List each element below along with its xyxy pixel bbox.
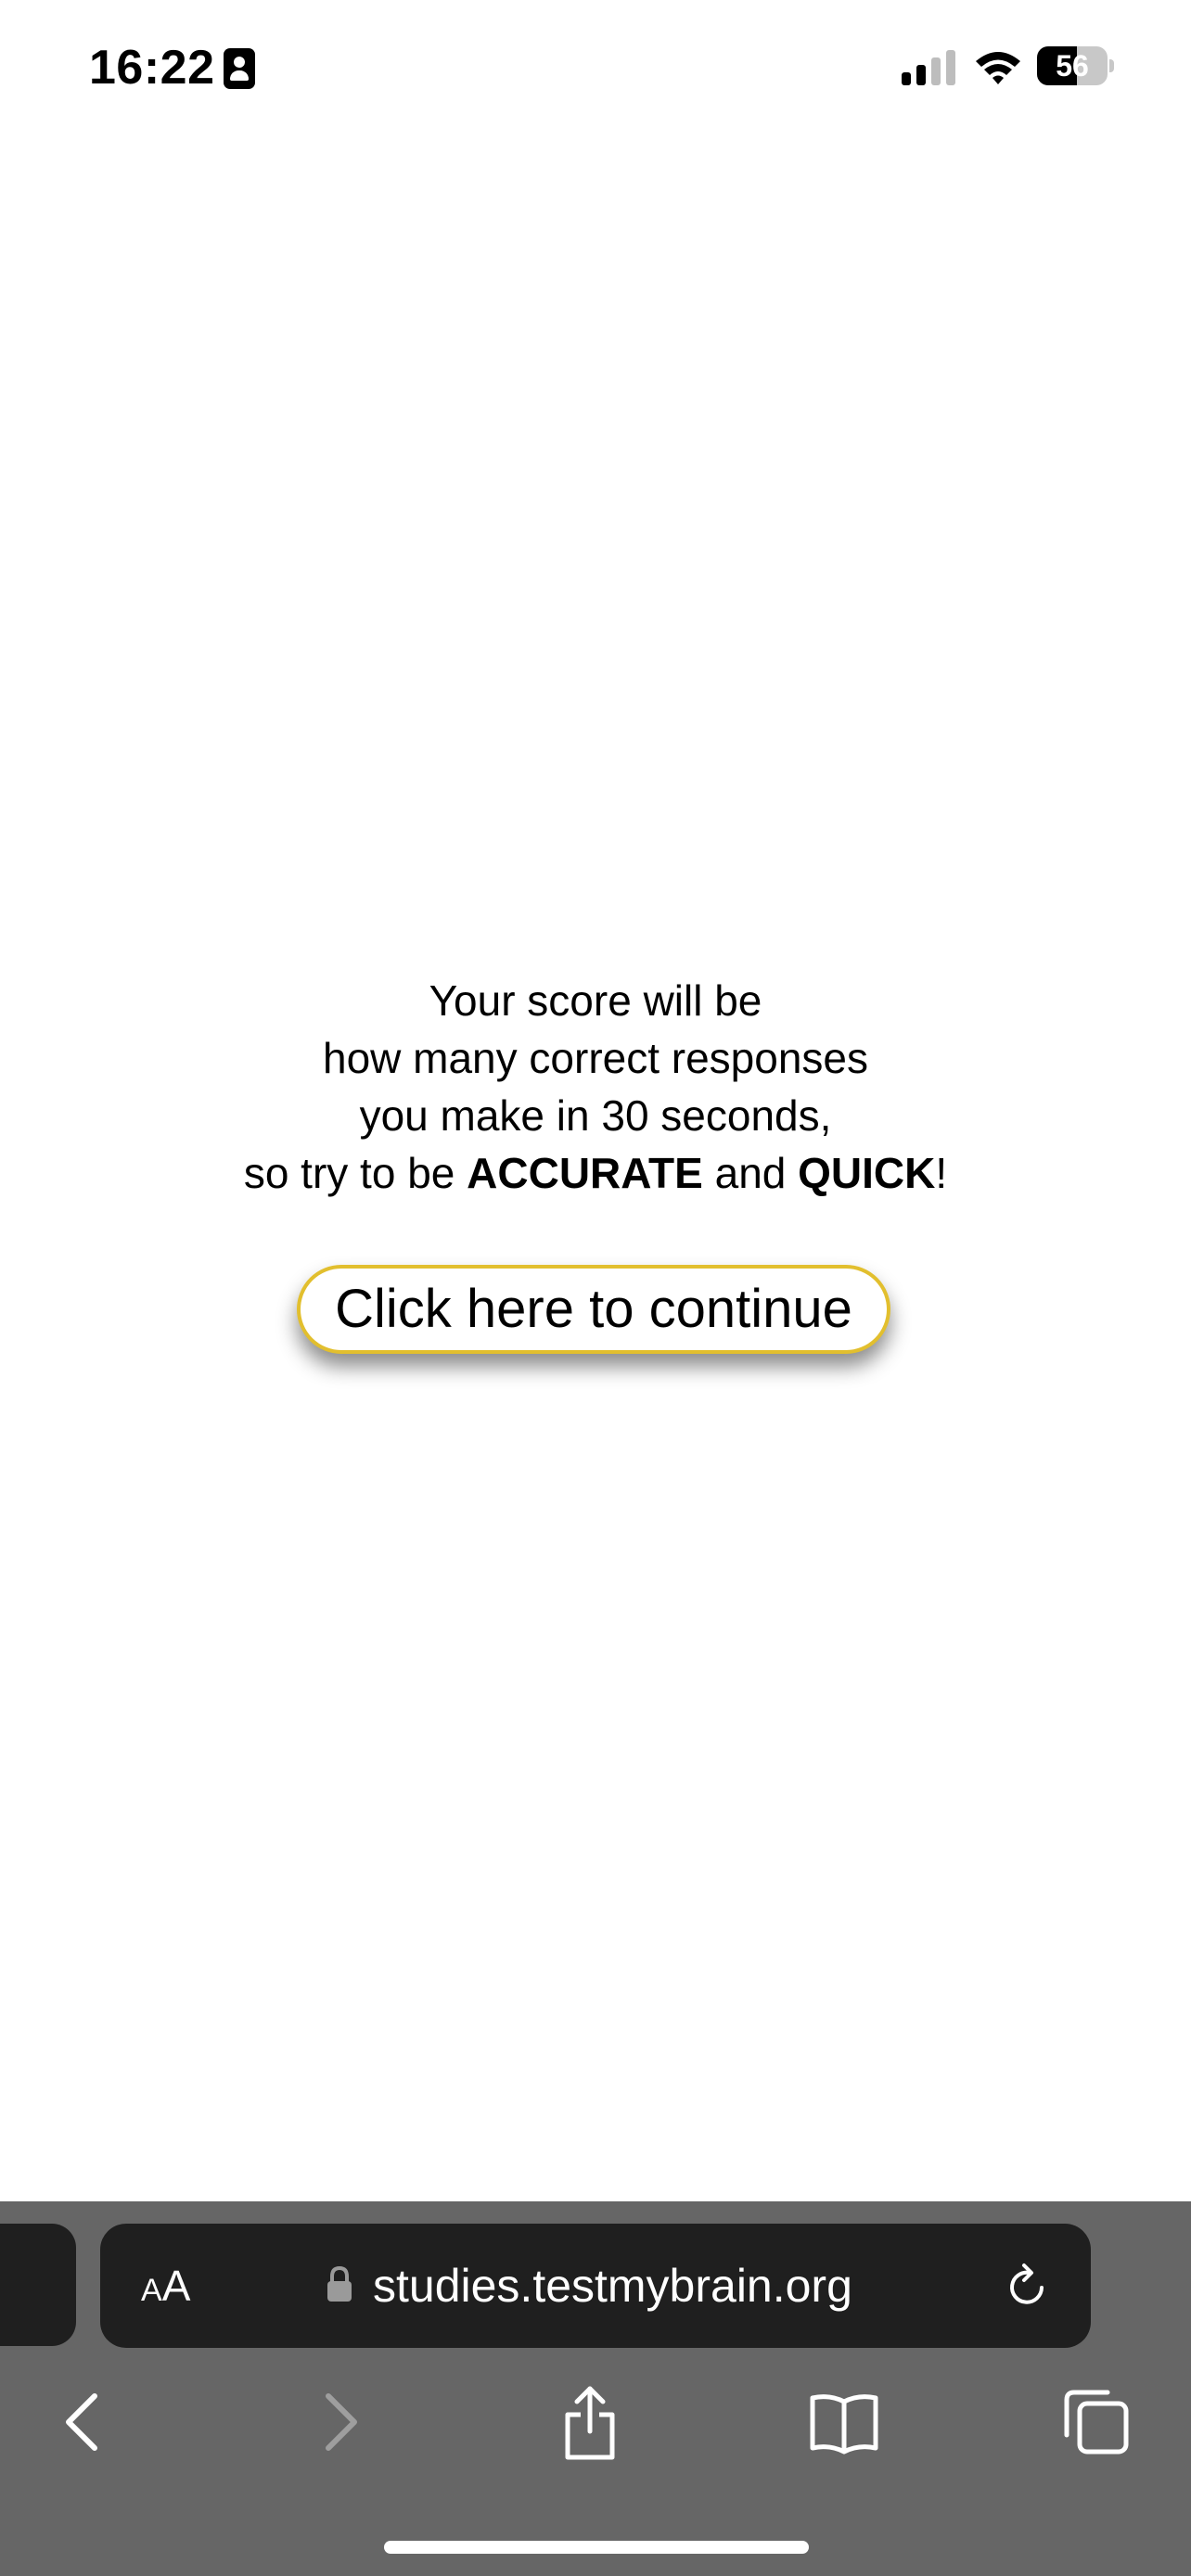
contact-card-icon bbox=[224, 48, 255, 89]
instruction-line-3: you make in 30 seconds, bbox=[359, 1091, 832, 1140]
address-bar[interactable]: AA studies.testmybrain.org bbox=[100, 2224, 1091, 2348]
previous-tab-preview[interactable] bbox=[0, 2224, 76, 2346]
aa-small-label: A bbox=[141, 2273, 162, 2308]
tabs-icon[interactable] bbox=[1063, 2383, 1130, 2461]
back-icon[interactable] bbox=[59, 2383, 104, 2461]
battery-indicator: 56 bbox=[1037, 46, 1115, 85]
share-icon[interactable] bbox=[560, 2383, 620, 2461]
lock-icon bbox=[327, 2266, 352, 2302]
instruction-line-4: so try to be ACCURATE and QUICK! bbox=[0, 1144, 1191, 1202]
reload-icon[interactable] bbox=[1004, 2263, 1050, 2313]
status-time: 16:22 bbox=[89, 41, 215, 95]
battery-percentage: 56 bbox=[1056, 49, 1089, 83]
home-indicator bbox=[384, 2541, 809, 2554]
instruction-line-1: Your score will be bbox=[429, 976, 762, 1025]
instruction-line-2: how many correct responses bbox=[322, 1034, 869, 1082]
cellular-signal-icon bbox=[902, 50, 955, 85]
quick-emphasis: QUICK bbox=[798, 1149, 936, 1197]
instruction-middle: and bbox=[702, 1149, 799, 1197]
accurate-emphasis: ACCURATE bbox=[467, 1149, 703, 1197]
phone-screen: 16:22 56 Your score will be how many cor… bbox=[0, 0, 1191, 2576]
forward-icon[interactable] bbox=[319, 2383, 364, 2461]
browser-toolbar: AA studies.testmybrain.org bbox=[0, 2201, 1191, 2576]
url-text[interactable]: studies.testmybrain.org bbox=[373, 2253, 852, 2318]
instruction-suffix: ! bbox=[935, 1149, 948, 1197]
instruction-prefix: so try to be bbox=[243, 1149, 467, 1197]
text-size-button[interactable]: AA bbox=[141, 2251, 224, 2320]
instructions-text: Your score will be how many correct resp… bbox=[0, 972, 1191, 1202]
aa-large-label: A bbox=[161, 2262, 191, 2310]
wifi-icon bbox=[976, 52, 1020, 84]
continue-button[interactable]: Click here to continue bbox=[297, 1265, 890, 1354]
bookmarks-icon[interactable] bbox=[809, 2383, 879, 2461]
